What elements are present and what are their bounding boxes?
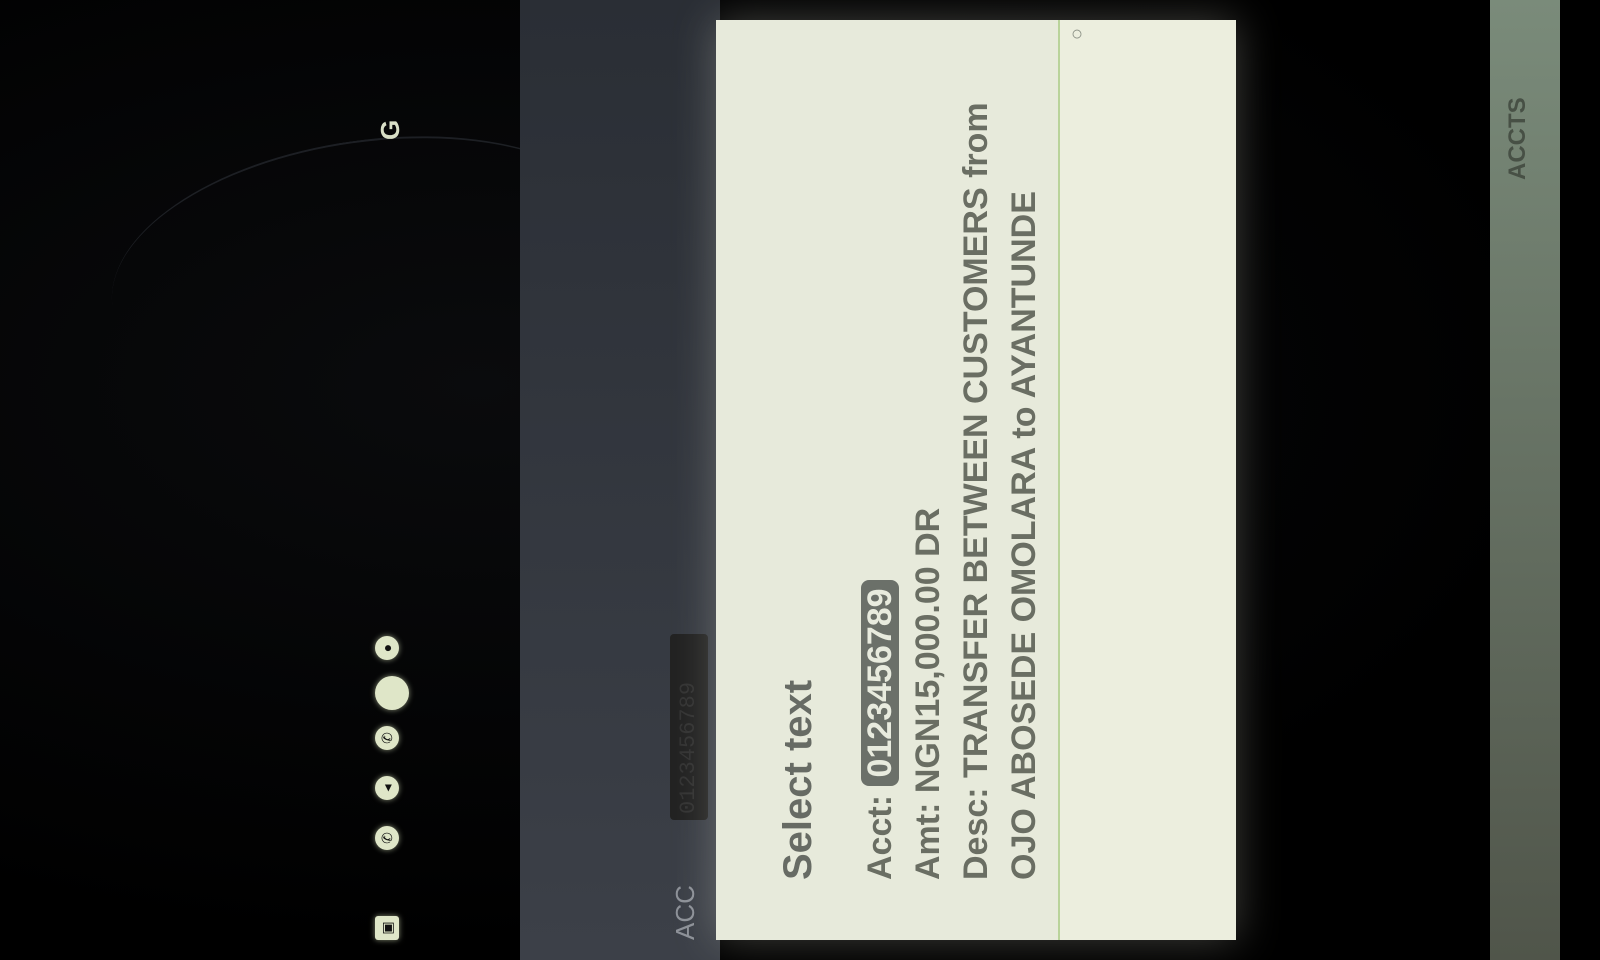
photo-scene: G ▣ ✆ ◂ ✆ ● ACC 0123456789 Select text A… bbox=[0, 0, 1600, 960]
acct-label: Acct: bbox=[861, 794, 899, 880]
whatsapp-icon: ✆ bbox=[375, 826, 399, 850]
image-icon: ▣ bbox=[375, 916, 399, 940]
circle-icon bbox=[375, 676, 409, 710]
desc-line-1: Desc: TRANSFER BETWEEN CUSTOMERS from bbox=[957, 102, 995, 880]
dialog-corner-mark: ○ bbox=[1066, 28, 1088, 41]
desc-line-2: OJO ABOSEDE OMOLARA to AYANTUNDE bbox=[1005, 191, 1043, 880]
side-panel-text: ACCTS bbox=[1504, 97, 1531, 180]
phone-screen: G ▣ ✆ ◂ ✆ ● ACC 0123456789 Select text A… bbox=[0, 0, 1560, 960]
status-signal-text: G bbox=[375, 117, 405, 140]
background-acct-label: ACC bbox=[670, 885, 700, 940]
background-acct-chip: 0123456789 bbox=[670, 634, 708, 820]
dialog-footer bbox=[1060, 20, 1236, 940]
amt-line: Amt: NGN15,000.00 DR bbox=[909, 507, 947, 880]
dialog-title: Select text bbox=[776, 679, 820, 880]
side-panel: ACCTS bbox=[1490, 0, 1560, 960]
background-app: ACC 0123456789 bbox=[520, 0, 720, 960]
whatsapp-icon: ✆ bbox=[375, 726, 399, 750]
status-bar: G ▣ ✆ ◂ ✆ ● bbox=[375, 0, 435, 960]
select-text-dialog: Select text Acct: 0123456789 Amt: NGN15,… bbox=[716, 20, 1236, 940]
acct-line: Acct: 0123456789 bbox=[856, 40, 904, 880]
acct-number-highlight[interactable]: 0123456789 bbox=[861, 580, 899, 786]
notification-icon: ● bbox=[375, 636, 399, 660]
location-icon: ◂ bbox=[375, 776, 399, 800]
